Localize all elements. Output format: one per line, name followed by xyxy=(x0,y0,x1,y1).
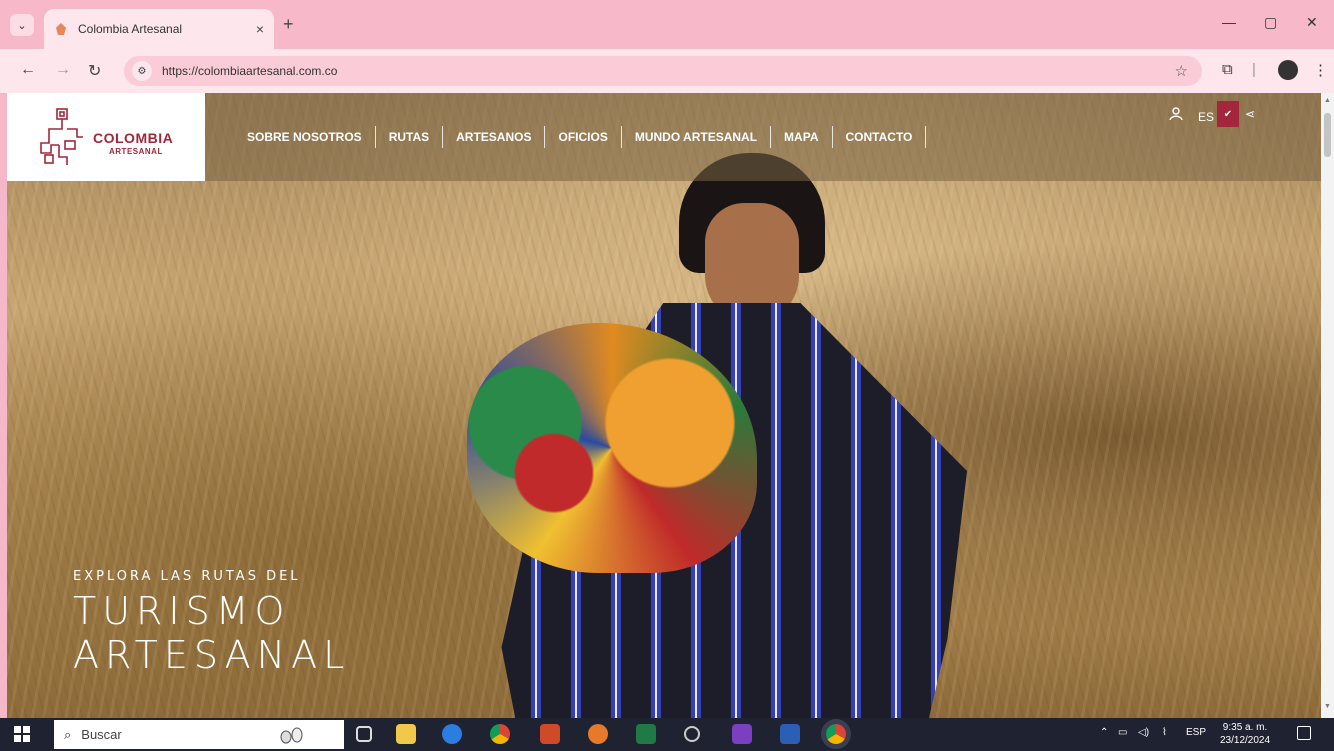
scroll-up-arrow-icon[interactable]: ▲ xyxy=(1324,97,1331,104)
nav-artesanos[interactable]: ARTESANOS xyxy=(443,126,546,148)
close-tab-icon[interactable]: × xyxy=(256,21,264,37)
tab-strip: ⌄ Colombia Artesanal × + — ▢ ✕ xyxy=(0,0,1334,49)
search-highlight-icon xyxy=(280,727,303,744)
nav-mundo-artesanal[interactable]: MUNDO ARTESANAL xyxy=(622,126,772,148)
bookmark-star-icon[interactable]: ☆ xyxy=(1175,62,1188,80)
chrome-icon[interactable] xyxy=(490,724,510,744)
address-bar[interactable]: ⚙ https://colombiaartesanal.com.co ☆ xyxy=(124,56,1202,86)
firefox-icon[interactable] xyxy=(588,724,608,744)
site-logo[interactable]: COLOMBIA ARTESANAL xyxy=(7,93,205,181)
restore-button[interactable]: ▢ xyxy=(1264,14,1277,31)
windows-taskbar: ⌕ Buscar ⌃ ▭ ◁) ⌇ ESP 9:35 a. m. 23/12/2… xyxy=(0,718,1334,751)
profile-avatar-icon[interactable] xyxy=(1278,60,1298,80)
page-viewport: COLOMBIA ARTESANAL SOBRE NOSOTROS RUTAS … xyxy=(7,93,1321,718)
site-header: COLOMBIA ARTESANAL SOBRE NOSOTROS RUTAS … xyxy=(7,93,1321,181)
main-nav: SOBRE NOSOTROS RUTAS ARTESANOS OFICIOS M… xyxy=(235,126,927,148)
cortana-icon[interactable] xyxy=(684,726,700,742)
address-url[interactable]: https://colombiaartesanal.com.co xyxy=(162,64,337,78)
new-tab-button[interactable]: + xyxy=(283,14,294,35)
chevron-down-icon: ✔ xyxy=(1223,108,1233,120)
scroll-down-arrow-icon[interactable]: ▼ xyxy=(1324,703,1331,710)
hero-title-line1: TURISMO xyxy=(73,589,291,633)
search-icon: ⌕ xyxy=(64,726,72,742)
word-icon[interactable] xyxy=(780,724,800,744)
nav-contacto[interactable]: CONTACTO xyxy=(833,126,927,148)
reload-icon[interactable]: ↻ xyxy=(88,61,101,81)
forward-arrow-icon[interactable]: → xyxy=(55,61,71,79)
input-language[interactable]: ESP xyxy=(1186,727,1206,738)
clock-time: 9:35 a. m. xyxy=(1222,722,1268,733)
browser-toolbar: ← → ↻ ⚙ https://colombiaartesanal.com.co… xyxy=(0,49,1334,93)
taskbar-search[interactable]: ⌕ Buscar xyxy=(54,720,344,749)
tab-title: Colombia Artesanal xyxy=(78,22,183,36)
volume-icon[interactable]: ◁) xyxy=(1138,727,1149,738)
more-menu-icon[interactable]: ⋮ xyxy=(1313,61,1328,79)
language-dropdown-button[interactable]: ✔ xyxy=(1217,101,1239,127)
logo-text-colombia: COLOMBIA xyxy=(93,130,174,146)
file-explorer-icon[interactable] xyxy=(396,724,416,744)
page-scrollbar[interactable]: ▲ ▼ xyxy=(1321,93,1334,718)
extensions-icon[interactable]: ⧉ xyxy=(1222,61,1233,78)
language-label[interactable]: ES xyxy=(1198,110,1214,124)
minimize-button[interactable]: — xyxy=(1222,14,1236,30)
browser-tab[interactable]: Colombia Artesanal × xyxy=(44,9,274,49)
user-icon[interactable] xyxy=(1169,107,1183,121)
system-clock[interactable]: 9:35 a. m. 23/12/2024 xyxy=(1220,721,1270,747)
nav-sobre-nosotros[interactable]: SOBRE NOSOTROS xyxy=(235,126,376,148)
taskbar-search-placeholder: Buscar xyxy=(81,727,122,742)
tray-chevron-up-icon[interactable]: ⌃ xyxy=(1100,727,1108,738)
logo-mark-icon xyxy=(40,108,83,165)
powerpoint-icon[interactable] xyxy=(540,724,560,744)
share-icon[interactable]: ⋖ xyxy=(1245,107,1255,121)
visual-studio-icon[interactable] xyxy=(732,724,752,744)
nav-oficios[interactable]: OFICIOS xyxy=(545,126,622,148)
nav-rutas[interactable]: RUTAS xyxy=(376,126,444,148)
close-window-button[interactable]: ✕ xyxy=(1306,14,1318,31)
scrollbar-thumb[interactable] xyxy=(1324,113,1331,157)
clock-date: 23/12/2024 xyxy=(1220,735,1271,746)
excel-icon[interactable] xyxy=(636,724,656,744)
site-favicon-icon xyxy=(54,22,68,36)
logo-text-artesanal: ARTESANAL xyxy=(109,147,163,156)
chrome-active-icon[interactable] xyxy=(826,724,846,744)
notification-icon[interactable] xyxy=(1297,726,1311,740)
battery-icon[interactable]: ▭ xyxy=(1118,727,1127,738)
hero-title-line2: ARTESANAL xyxy=(73,633,351,677)
back-arrow-icon[interactable]: ← xyxy=(20,61,36,79)
hero-subtitle: EXPLORA LAS RUTAS DEL xyxy=(73,569,301,584)
windows-start-icon[interactable] xyxy=(14,726,30,742)
toolbar-divider: | xyxy=(1252,61,1256,78)
task-view-icon[interactable] xyxy=(356,726,372,742)
tab-search-button[interactable]: ⌄ xyxy=(10,14,34,36)
site-settings-icon[interactable]: ⚙ xyxy=(132,61,152,81)
edge-icon[interactable] xyxy=(442,724,462,744)
wifi-icon[interactable]: ⌇ xyxy=(1162,727,1167,738)
chevron-down-icon: ⌄ xyxy=(17,19,27,32)
nav-mapa[interactable]: MAPA xyxy=(771,126,833,148)
